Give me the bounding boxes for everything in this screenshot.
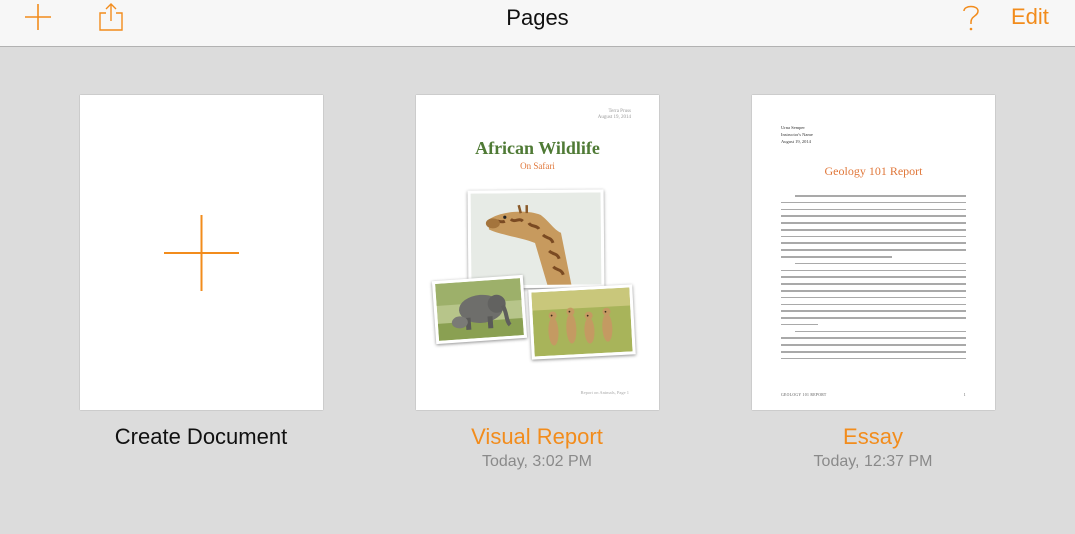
create-document-label[interactable]: Create Document	[51, 424, 351, 450]
meta-date: August 19, 2014	[597, 115, 631, 120]
essay-page-number: 1	[963, 393, 966, 397]
visual-report-thumbnail[interactable]: Terra Pruss August 19, 2014 African Wild…	[416, 95, 659, 410]
essay-date-label: Today, 12:37 PM	[813, 453, 933, 470]
essay-label[interactable]: Essay	[723, 424, 1023, 450]
thumbnail-title: African Wildlife	[475, 138, 600, 158]
page-title: Pages	[506, 5, 569, 30]
question-mark-icon[interactable]	[958, 2, 984, 32]
thumbnail-footer: Report on Animals, Page 1	[580, 390, 629, 395]
essay-instructor: Instructor's Name	[781, 132, 813, 137]
essay-title: Geology 101 Report	[824, 164, 923, 178]
essay-thumbnail[interactable]: Urna Semper Instructor's Name August 19,…	[752, 95, 995, 410]
visual-report-label[interactable]: Visual Report	[387, 424, 687, 450]
essay-author: Urna Semper	[781, 125, 805, 130]
thumbnail-meta: Terra Pruss August 19, 2014	[598, 109, 631, 121]
visual-report-date: Today, 3:02 PM	[482, 453, 592, 470]
edit-button[interactable]: Edit	[1011, 4, 1049, 30]
toolbar: Pages Edit	[0, 0, 1075, 47]
essay-header: Urna Semper Instructor's Name August 19,…	[781, 124, 813, 145]
essay-footer: Geology 101 Report 1	[781, 393, 966, 397]
giraffe-photo	[467, 189, 605, 289]
essay-body-text	[781, 195, 966, 365]
elephants-photo	[431, 274, 528, 345]
thumbnail-subtitle: On Safari	[520, 161, 555, 171]
essay-date: August 19, 2014	[781, 139, 811, 144]
plus-icon	[164, 215, 239, 291]
meerkats-photo	[528, 284, 636, 360]
create-document-tile[interactable]	[80, 95, 323, 410]
essay-footer-label: Geology 101 Report	[781, 393, 827, 397]
